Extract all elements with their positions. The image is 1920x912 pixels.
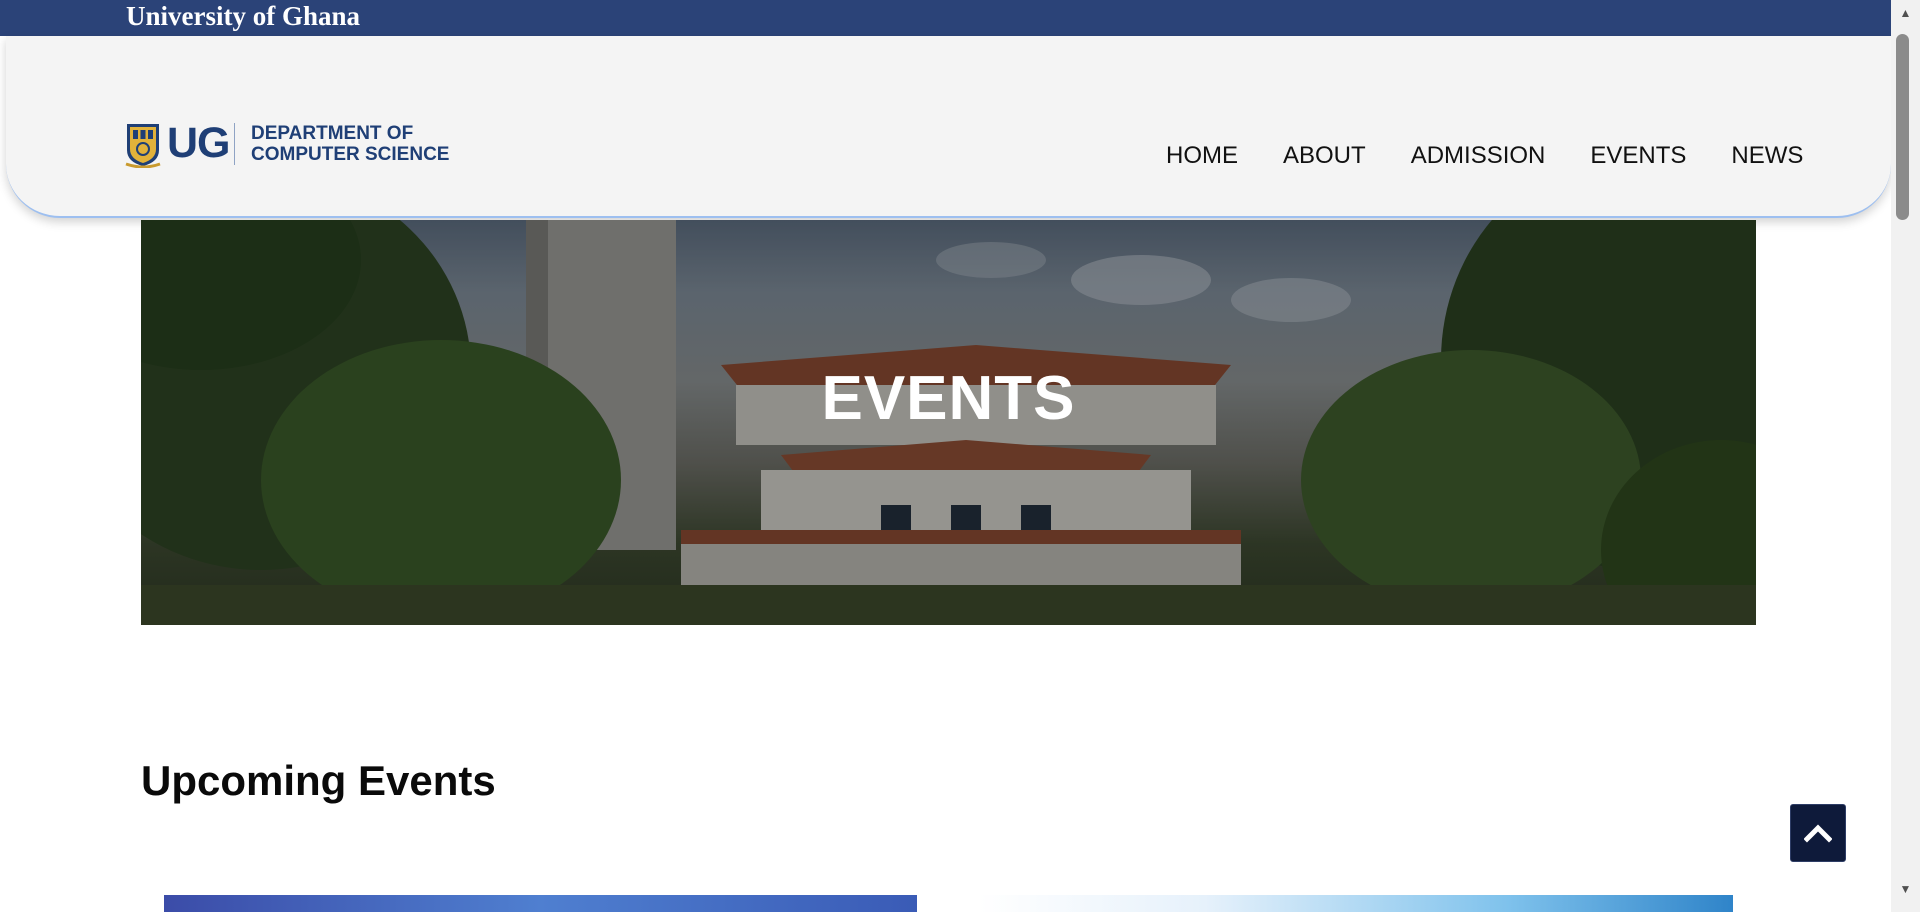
logo-divider <box>234 123 235 165</box>
logo-department-name: DEPARTMENT OF COMPUTER SCIENCE <box>251 123 449 165</box>
hero-banner: EVENTS <box>141 220 1756 625</box>
chevron-up-icon <box>1804 824 1832 843</box>
nav-admission[interactable]: ADMISSION <box>1411 142 1546 170</box>
hero-title: EVENTS <box>821 364 1076 433</box>
event-card-image[interactable] <box>164 895 917 912</box>
scroll-up-arrow-icon[interactable]: ▲ <box>1891 4 1920 22</box>
university-crest-icon <box>125 124 161 168</box>
university-top-bar: University of Ghana <box>0 0 1891 36</box>
logo-abbreviation: UG <box>167 119 230 167</box>
logo-department-line2: COMPUTER SCIENCE <box>251 144 450 165</box>
scroll-down-arrow-icon[interactable]: ▼ <box>1891 880 1920 898</box>
main-navigation: HOME ABOUT ADMISSION EVENTS NEWS <box>1166 142 1803 170</box>
section-title-upcoming-events: Upcoming Events <box>141 757 496 804</box>
nav-about[interactable]: ABOUT <box>1283 142 1366 170</box>
nav-events[interactable]: EVENTS <box>1590 142 1686 170</box>
event-card-image[interactable] <box>979 895 1733 912</box>
scrollbar-thumb[interactable] <box>1896 34 1909 220</box>
page-scrollbar[interactable]: ▲ ▼ <box>1891 0 1920 912</box>
nav-news[interactable]: NEWS <box>1731 142 1803 170</box>
logo-department-line1: DEPARTMENT OF <box>251 123 414 144</box>
university-title: University of Ghana <box>126 1 361 31</box>
nav-home[interactable]: HOME <box>1166 142 1238 170</box>
back-to-top-button[interactable] <box>1790 804 1846 862</box>
